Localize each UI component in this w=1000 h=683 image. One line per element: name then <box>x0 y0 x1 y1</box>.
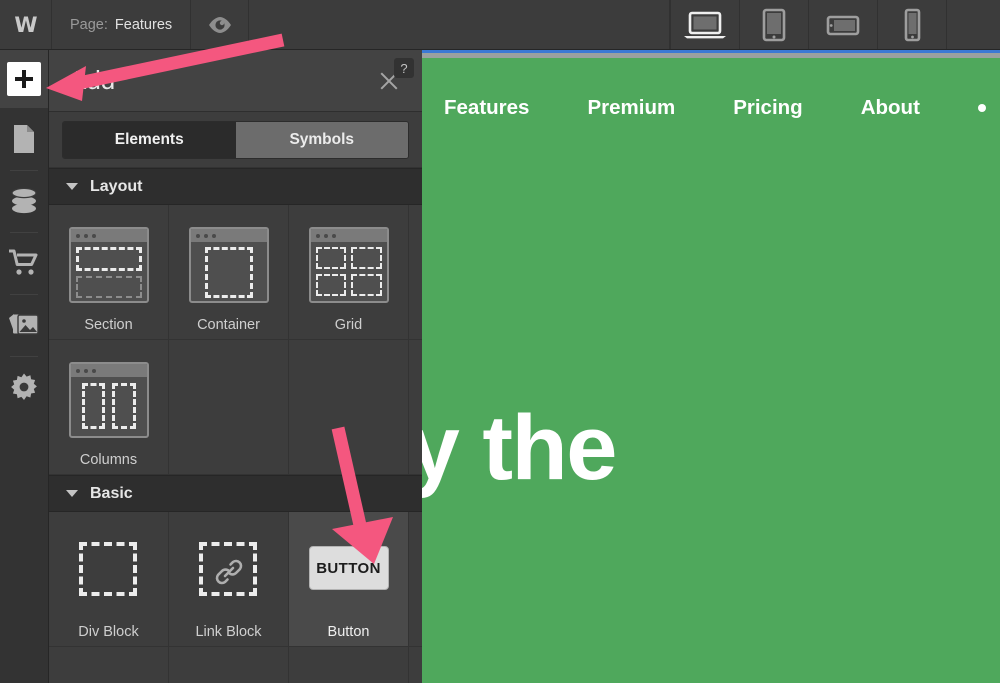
element-tile-section[interactable]: Section <box>49 205 169 339</box>
mobile-icon <box>904 8 921 41</box>
page-selector[interactable]: Page: Features <box>52 0 192 49</box>
cart-icon <box>9 249 38 275</box>
site-navbar[interactable]: Features Premium Pricing About <box>422 58 1000 158</box>
panel-tabs: Elements Symbols <box>49 112 422 168</box>
element-row: Section Container Grid <box>49 205 422 340</box>
desktop-icon <box>684 11 726 38</box>
sidebar-item-add[interactable] <box>0 50 48 108</box>
database-icon <box>11 187 37 214</box>
nav-link-pricing[interactable]: Pricing <box>733 96 803 120</box>
section-header-basic[interactable]: Basic <box>49 475 422 512</box>
toolbar-spacer <box>249 0 670 49</box>
page-icon <box>14 125 34 153</box>
element-row: Columns <box>49 340 422 475</box>
element-row: Div Block Link Block ? BUTTON Button <box>49 58 422 647</box>
device-tablet-button[interactable] <box>739 0 808 49</box>
element-label: Link Block <box>195 624 262 640</box>
hero-line-2: eals <box>422 503 1000 611</box>
section-header-layout[interactable]: Layout <box>49 168 422 205</box>
images-icon <box>9 314 39 335</box>
webflow-logo: W <box>14 12 37 37</box>
chevron-down-icon <box>66 490 78 497</box>
button-art: BUTTON <box>308 534 389 610</box>
eye-icon <box>208 16 231 33</box>
link-icon <box>215 559 242 585</box>
device-breakpoints <box>670 0 946 49</box>
button-art-label: BUTTON <box>308 546 389 590</box>
element-label: Section <box>84 317 133 333</box>
element-tile-empty <box>49 647 169 683</box>
add-panel-header: Add <box>49 50 422 112</box>
device-desktop-button[interactable] <box>670 0 739 49</box>
gear-icon <box>11 373 37 400</box>
chevron-down-icon <box>66 183 78 190</box>
sidebar-item-cms[interactable] <box>0 170 48 232</box>
add-panel: Add Elements Symbols Layout Section Cont… <box>49 50 422 683</box>
element-tile-div-block[interactable]: Div Block <box>49 512 169 646</box>
toolbar-end-spacer <box>946 0 1000 49</box>
element-tile-columns[interactable]: Columns <box>49 340 169 474</box>
sidebar-item-settings[interactable] <box>0 356 48 418</box>
div-art <box>69 534 149 610</box>
tablet-landscape-icon <box>826 15 860 35</box>
element-label: Button <box>327 624 370 640</box>
element-row <box>49 647 422 683</box>
device-tablet-landscape-button[interactable] <box>808 0 877 49</box>
basic-section-items: Div Block Link Block ? BUTTON Button <box>49 58 422 683</box>
layout-section-items: Section Container Grid Columns <box>49 205 422 475</box>
element-tile-link-block[interactable]: Link Block <box>169 512 289 646</box>
sidebar-item-assets[interactable] <box>0 294 48 356</box>
element-tile-empty <box>169 340 289 474</box>
tablet-portrait-icon <box>762 8 786 41</box>
section-title-basic: Basic <box>90 484 133 502</box>
sidebar-item-pages[interactable] <box>0 108 48 170</box>
element-label: Grid <box>334 317 363 333</box>
element-tile-empty <box>289 340 409 474</box>
grid-art <box>308 227 389 303</box>
hero-heading[interactable]: t only the eals s <box>422 395 1000 683</box>
preview-toggle-button[interactable] <box>191 0 250 49</box>
help-badge-icon[interactable]: ? <box>394 58 414 78</box>
element-label: Columns <box>79 452 138 468</box>
device-mobile-button[interactable] <box>877 0 946 49</box>
section-title-layout: Layout <box>90 177 143 195</box>
page-name: Features <box>114 16 173 33</box>
panel-title: Add <box>69 65 116 95</box>
element-tile-grid[interactable]: Grid <box>289 205 409 339</box>
element-tile-empty <box>169 647 289 683</box>
element-tile-container[interactable]: Container <box>169 205 289 339</box>
container-art <box>188 227 269 303</box>
columns-art <box>68 362 149 438</box>
nav-bullet-icon[interactable] <box>977 104 986 112</box>
plus-icon <box>7 62 41 96</box>
design-canvas[interactable]: Features Premium Pricing About t only th… <box>422 50 1000 683</box>
hero-line-3: s <box>422 610 1000 683</box>
top-toolbar: W Page: Features <box>0 0 1000 50</box>
webflow-logo-button[interactable]: W <box>0 0 52 49</box>
page-label: Page: <box>70 16 108 33</box>
nav-link-premium[interactable]: Premium <box>587 96 675 120</box>
element-label: Container <box>197 317 260 333</box>
link-art <box>189 534 269 610</box>
element-tile-empty <box>289 647 409 683</box>
tab-symbols[interactable]: Symbols <box>235 121 408 158</box>
element-label: Div Block <box>78 624 139 640</box>
webflow-designer: W Page: Features Add Elements Symbols La… <box>0 0 1000 683</box>
section-art <box>68 227 149 303</box>
element-tile-button[interactable]: ? BUTTON Button <box>289 58 414 646</box>
left-icon-rail <box>0 50 49 683</box>
nav-link-about[interactable]: About <box>861 96 920 120</box>
sidebar-item-ecommerce[interactable] <box>0 232 48 294</box>
hero-line-1: t only the <box>422 397 617 499</box>
nav-link-features[interactable]: Features <box>444 96 529 120</box>
tab-elements[interactable]: Elements <box>63 121 236 158</box>
